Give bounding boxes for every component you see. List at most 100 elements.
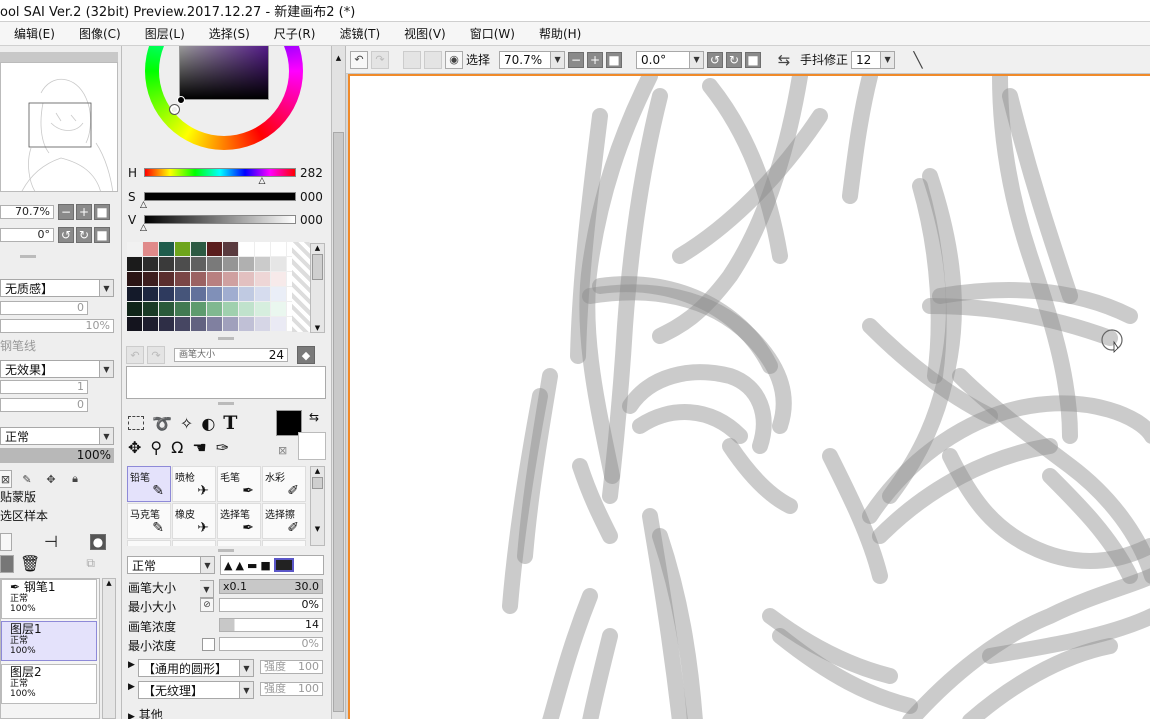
transparent-color-icon[interactable]: ⊠ [278, 444, 287, 457]
lasso-icon[interactable]: ➰ [152, 414, 172, 433]
color-swatch[interactable] [207, 302, 223, 317]
color-swatch[interactable] [191, 317, 207, 332]
menu-help[interactable]: 帮助(H) [527, 25, 593, 42]
menu-layer[interactable]: 图层(L) [133, 25, 197, 42]
shape-flat-icon[interactable]: ■ [260, 559, 270, 572]
new-layer-icon[interactable] [0, 532, 12, 551]
swap-colors-icon[interactable]: ⇆ [309, 410, 319, 424]
color-swatch[interactable] [255, 287, 271, 302]
color-swatch[interactable] [207, 272, 223, 287]
color-swatch[interactable] [159, 317, 175, 332]
menu-view[interactable]: 视图(V) [392, 25, 458, 42]
menu-edit[interactable]: 编辑(E) [0, 25, 67, 42]
density-slider[interactable]: 14 [219, 618, 323, 632]
color-swatch[interactable] [271, 317, 287, 332]
redo-swatch-button[interactable]: ↷ [147, 346, 165, 364]
layer-texture-combo[interactable]: 无质感】 ▼ [0, 279, 114, 297]
layer-blend-combo[interactable]: 正常 ▼ [0, 427, 114, 445]
toolbar-rotate-right-button[interactable]: ↻ [726, 51, 743, 68]
brush-tool-2-3[interactable]: 二值笔✐ [262, 540, 306, 546]
rotate-tool-icon[interactable]: Ω [171, 438, 183, 457]
brush-size-preset-slider[interactable]: 画笔大小 24 [174, 348, 288, 362]
move-icon[interactable]: ✥ [42, 470, 60, 488]
color-swatch[interactable] [159, 257, 175, 272]
deselect-button[interactable] [403, 50, 421, 69]
color-swatch[interactable] [175, 257, 191, 272]
saturation-slider[interactable] [144, 192, 296, 201]
stabilizer-combo[interactable]: 12 ▼ [851, 50, 896, 69]
zoom-combo[interactable]: 70.7% ▼ [499, 50, 566, 69]
color-swatch[interactable] [223, 242, 239, 257]
hand-tool-icon[interactable]: ☚ [192, 438, 206, 457]
shape-hard-icon[interactable]: ▬ [247, 559, 257, 572]
color-swatch[interactable] [271, 272, 287, 287]
swatch-grid[interactable] [127, 242, 303, 332]
undo-button[interactable]: ↶ [350, 50, 368, 69]
color-swatch[interactable] [255, 257, 271, 272]
color-swatch[interactable] [159, 287, 175, 302]
layer-grid-icon[interactable]: ⊠ [0, 470, 12, 488]
color-swatch[interactable] [159, 302, 175, 317]
color-swatch[interactable] [207, 287, 223, 302]
color-swatch[interactable] [143, 302, 159, 317]
new-mask-button[interactable]: ● [89, 533, 106, 550]
color-swatch[interactable] [207, 317, 223, 332]
color-swatch[interactable] [223, 302, 239, 317]
toolbar-zoom-out-button[interactable]: − [568, 51, 585, 68]
drawing-canvas[interactable] [348, 74, 1150, 719]
color-swatch[interactable] [127, 257, 143, 272]
brush-size-slider[interactable]: x0.1 30.0 [219, 579, 323, 594]
background-color[interactable] [298, 432, 326, 460]
clip-mask-label[interactable]: 贴蒙版 [0, 488, 36, 505]
color-swatch[interactable] [191, 257, 207, 272]
hue-picker-handle[interactable] [169, 104, 180, 115]
toolbar-rotate-reset-button[interactable]: ■ [745, 51, 762, 68]
rotate-reset-button[interactable]: ■ [94, 227, 110, 243]
min-density-slider[interactable]: 0% [219, 637, 323, 651]
rotate-right-button[interactable]: ↻ [76, 227, 92, 243]
shape-soft-icon[interactable]: ▲ [224, 559, 232, 572]
layer-opacity-slider[interactable]: 100% [0, 448, 114, 463]
zoom-reset-button[interactable]: ■ [94, 204, 110, 220]
navigator-angle-slider[interactable]: 0° [0, 228, 54, 242]
layer-item-selected[interactable]: 图层1 正常 100% [1, 621, 97, 661]
color-swatch[interactable] [127, 302, 143, 317]
selection-sample-label[interactable]: 选区样本 [0, 507, 48, 524]
texture-strength-slider[interactable]: 10% [0, 319, 114, 333]
zoom-in-button[interactable]: + [76, 204, 92, 220]
move-tool-icon[interactable]: ✥ [128, 438, 141, 457]
color-swatch[interactable] [223, 272, 239, 287]
shape-binary-icon[interactable] [273, 558, 294, 572]
rect-select-icon[interactable] [128, 416, 144, 430]
swatch-scrollbar[interactable]: ▲ ▼ [310, 243, 325, 333]
eraser-toggle-icon[interactable]: ◆ [297, 346, 315, 364]
rotate-left-button[interactable]: ↺ [58, 227, 74, 243]
brush-blend-combo[interactable]: 正常 ▼ [127, 556, 215, 574]
toolbar-zoom-in-button[interactable]: + [587, 51, 604, 68]
line-tool-icon[interactable]: ╲ [909, 51, 927, 69]
hue-slider-thumb[interactable]: △ [259, 177, 266, 186]
layer-item[interactable]: ✒ 钢笔1 正常 100% [1, 579, 97, 619]
brush-shape-selector[interactable]: ▲ ▲ ▬ ■ [220, 555, 324, 575]
color-swatch[interactable] [159, 242, 175, 257]
color-swatch[interactable] [239, 257, 255, 272]
menu-filter[interactable]: 滤镜(T) [327, 25, 392, 42]
color-swatch[interactable] [223, 287, 239, 302]
menu-ruler[interactable]: 尺子(R) [262, 25, 328, 42]
layer-list-scrollbar[interactable]: ▲ [102, 578, 116, 719]
effect-strength-slider[interactable]: 0 [0, 398, 88, 412]
color-swatch[interactable] [239, 272, 255, 287]
eye-icon[interactable]: ◉ [445, 50, 463, 69]
invert-selection-button[interactable] [424, 50, 442, 69]
brush-tool-1-1[interactable]: 橡皮 ✈ [172, 503, 216, 539]
color-swatch[interactable] [175, 272, 191, 287]
brush-tool-1-3[interactable]: 选择擦 ✐ [262, 503, 306, 539]
color-swatch[interactable] [175, 287, 191, 302]
color-swatch[interactable] [255, 302, 271, 317]
color-swatch[interactable] [143, 257, 159, 272]
color-swatch[interactable] [143, 317, 159, 332]
menu-window[interactable]: 窗口(W) [458, 25, 527, 42]
shape-strength-slider[interactable]: 强度 100 [260, 660, 323, 674]
brush-tool-1-0[interactable]: 马克笔 ✎ [127, 503, 171, 539]
color-swatch[interactable] [255, 317, 271, 332]
